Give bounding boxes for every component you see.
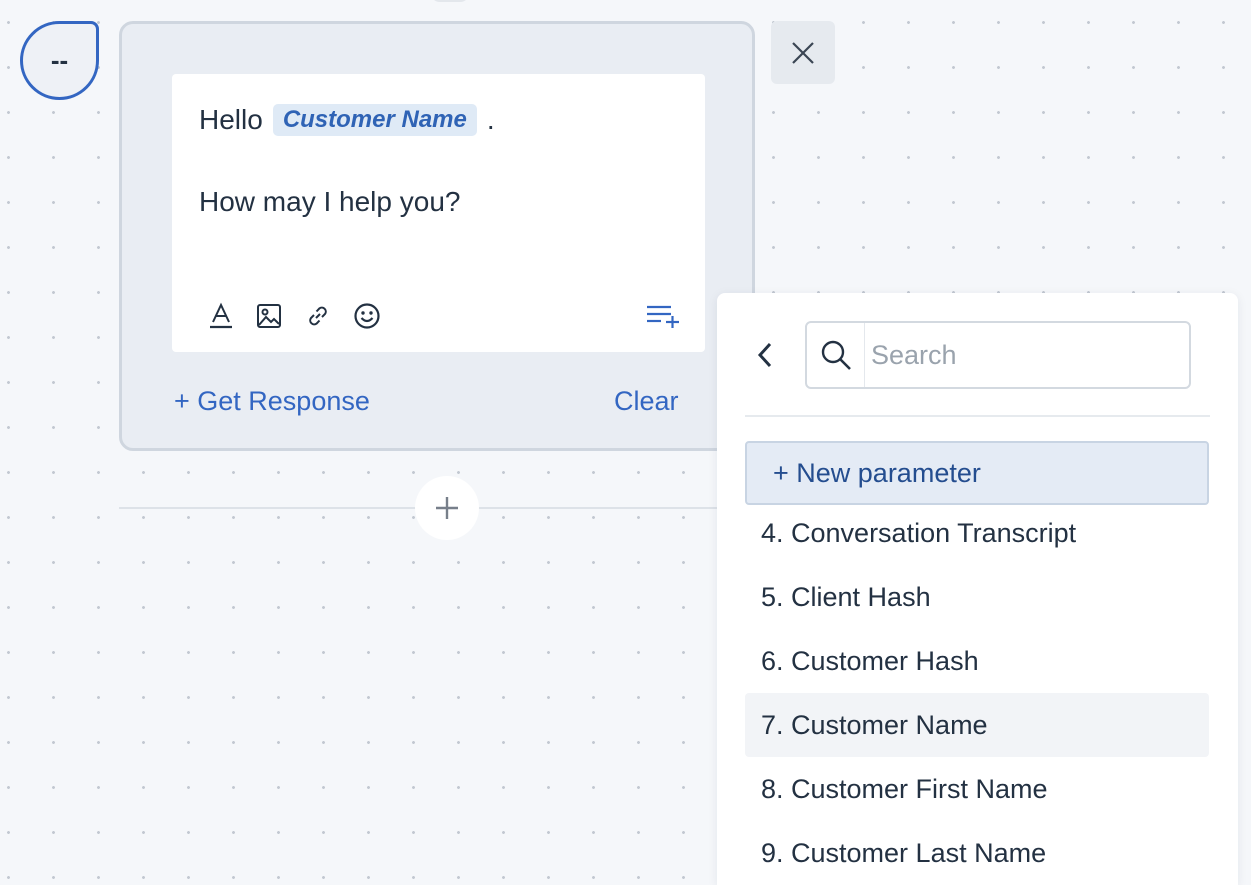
parameter-item[interactable]: 6. Customer Hash — [745, 629, 1209, 693]
parameter-list: 4. Conversation Transcript 5. Client Has… — [745, 501, 1209, 885]
close-icon — [792, 41, 814, 64]
chevron-left-icon — [757, 342, 772, 368]
node-badge-label: -- — [50, 45, 69, 75]
link-icon[interactable] — [302, 296, 334, 336]
editor-toolbar — [205, 296, 685, 336]
message-line-1: Hello Customer Name . — [199, 104, 495, 136]
message-editor[interactable]: Hello Customer Name . How may I help you… — [172, 74, 705, 352]
insert-parameter-icon[interactable] — [643, 296, 683, 336]
back-button[interactable] — [747, 335, 783, 375]
parameter-item[interactable]: 4. Conversation Transcript — [745, 501, 1209, 565]
close-button[interactable] — [771, 21, 835, 84]
text-format-icon[interactable] — [205, 296, 237, 336]
parameter-item[interactable]: 5. Client Hash — [745, 565, 1209, 629]
greeting-text: Hello — [199, 104, 263, 135]
punctuation-text: . — [486, 104, 495, 135]
parameter-item[interactable]: 9. Customer Last Name — [745, 821, 1209, 885]
image-icon[interactable] — [253, 296, 285, 336]
search-box — [805, 321, 1191, 389]
parameter-item[interactable]: 7. Customer Name — [745, 693, 1209, 757]
clear-button[interactable]: Clear — [614, 386, 679, 417]
node-badge[interactable]: -- — [20, 21, 99, 100]
emoji-icon[interactable] — [351, 296, 383, 336]
message-line-2: How may I help you? — [199, 186, 461, 217]
panel-divider — [745, 415, 1210, 417]
message-node-card: Hello Customer Name . How may I help you… — [119, 21, 755, 451]
plus-icon — [436, 497, 458, 519]
add-node-button[interactable] — [415, 476, 479, 540]
search-icon — [807, 323, 865, 387]
parameter-item[interactable]: 8. Customer First Name — [745, 757, 1209, 821]
connector-arc — [430, 0, 470, 2]
get-response-button[interactable]: + Get Response — [174, 386, 370, 417]
new-parameter-button[interactable]: + New parameter — [745, 441, 1209, 505]
search-input[interactable] — [871, 331, 1171, 379]
parameter-picker-panel: + New parameter 4. Conversation Transcri… — [717, 293, 1238, 885]
parameter-chip[interactable]: Customer Name — [272, 104, 477, 136]
